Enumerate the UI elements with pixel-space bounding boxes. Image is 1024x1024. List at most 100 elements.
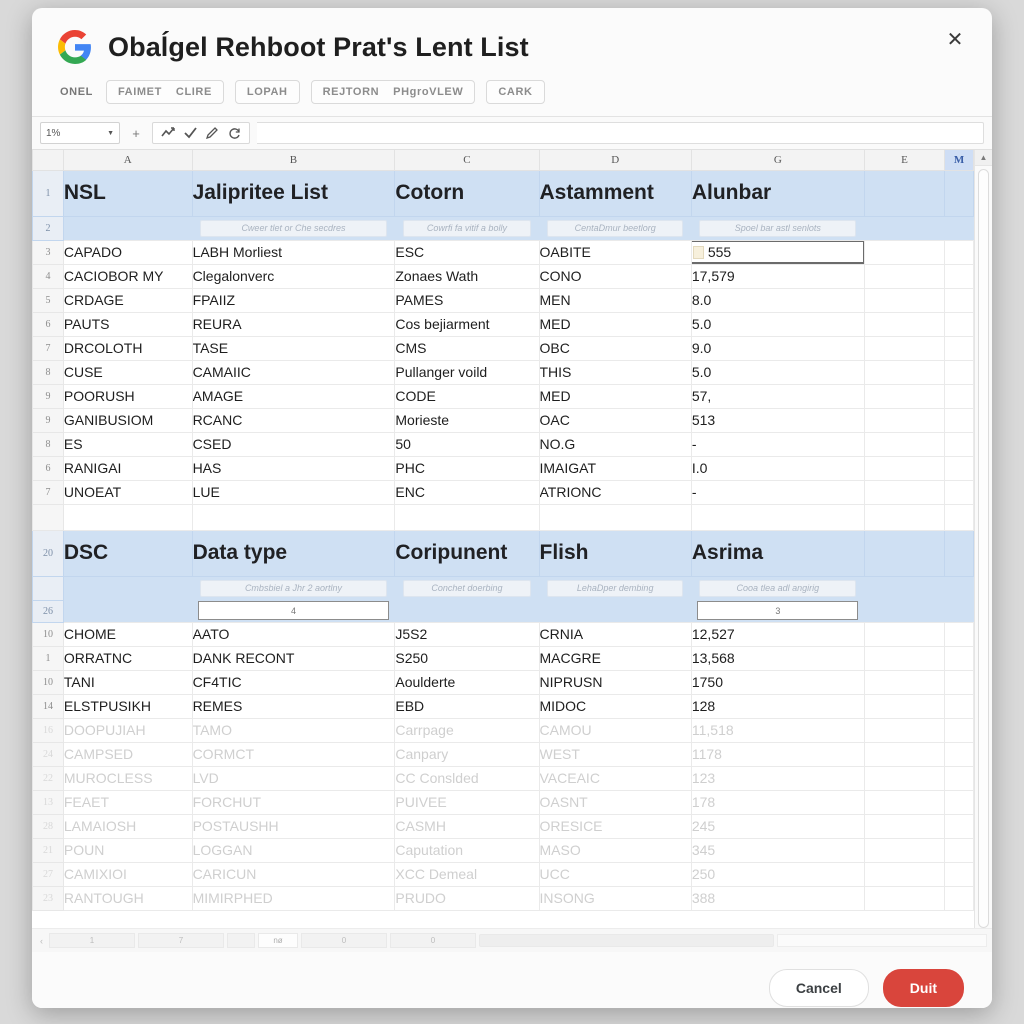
table-cell[interactable]: INSONG: [538, 885, 692, 911]
empty-cell[interactable]: [944, 621, 974, 647]
row-number[interactable]: 4: [32, 263, 64, 289]
table-cell[interactable]: ES: [62, 431, 193, 457]
row-number[interactable]: 9: [32, 407, 64, 433]
filter-input-d[interactable]: [545, 601, 685, 620]
table-row[interactable]: 8 CUSE CAMAIIC Pullanger voild THIS 5.0: [32, 359, 974, 385]
table-cell[interactable]: Canpary: [394, 741, 540, 767]
cancel-button[interactable]: Cancel: [768, 969, 869, 1007]
table-row[interactable]: 8 ES CSED 50 NO.G -: [32, 431, 974, 457]
table-cell[interactable]: ORESICE: [538, 813, 692, 839]
table-cell[interactable]: ORRATNC: [62, 645, 193, 671]
table-cell[interactable]: OBC: [538, 335, 692, 361]
row-number[interactable]: 23: [32, 885, 64, 911]
table-cell[interactable]: Caputation: [394, 837, 540, 863]
row-number[interactable]: 27: [32, 861, 64, 887]
row-number[interactable]: 8: [32, 359, 64, 385]
row-number[interactable]: 3: [32, 239, 64, 265]
row-number[interactable]: 6: [32, 311, 64, 337]
placeholder-cell-c[interactable]: Conchet doerbing: [394, 576, 539, 600]
table-cell[interactable]: RANTOUGH: [62, 885, 193, 911]
filter-input-g[interactable]: 3: [697, 601, 859, 621]
column-header-b[interactable]: B: [191, 150, 396, 171]
filter-input-b[interactable]: 4: [198, 601, 389, 621]
table-cell[interactable]: POUN: [62, 837, 193, 863]
empty-cell[interactable]: [863, 789, 946, 815]
row-number[interactable]: 22: [32, 765, 64, 791]
sheet-tab-active[interactable]: nø: [258, 933, 298, 948]
table-cell[interactable]: 245: [690, 813, 865, 839]
sheet-tab[interactable]: 0: [301, 933, 387, 948]
empty-cell[interactable]: [944, 885, 974, 911]
placeholder-cell-g[interactable]: Spoel bar astl senlots: [691, 216, 865, 240]
table-row[interactable]: 6 RANIGAI HAS PHC IMAIGAT I.0: [32, 455, 974, 481]
column-header-g[interactable]: G: [690, 150, 865, 171]
table-cell[interactable]: CF4TIC: [191, 669, 396, 695]
table-cell[interactable]: MASO: [538, 837, 692, 863]
empty-cell[interactable]: [944, 359, 974, 385]
table-cell[interactable]: RANIGAI: [62, 455, 193, 481]
sheet-tab[interactable]: 7: [138, 933, 224, 948]
table-cell[interactable]: PUIVEE: [394, 789, 540, 815]
empty-cell[interactable]: [863, 645, 946, 671]
formula-input[interactable]: [257, 122, 984, 144]
vertical-scroll-thumb[interactable]: [978, 169, 989, 928]
table-cell[interactable]: REURA: [191, 311, 396, 337]
input-cell-d[interactable]: [539, 600, 692, 622]
empty-cell[interactable]: [863, 741, 946, 767]
table-cell[interactable]: ESC: [394, 239, 540, 265]
chip-lopah[interactable]: LOPAH: [234, 80, 300, 104]
table-cell[interactable]: MUROCLESS: [62, 765, 193, 791]
table-cell[interactable]: GANIBUSIOM: [62, 407, 193, 433]
table-cell[interactable]: -: [690, 431, 865, 457]
table-cell[interactable]: Clegalonverc: [191, 263, 396, 289]
table-cell[interactable]: MED: [538, 383, 692, 409]
empty-cell[interactable]: [944, 287, 974, 313]
row-number[interactable]: 14: [32, 693, 64, 719]
table-cell[interactable]: Cos bejiarment: [394, 311, 540, 337]
table-cell[interactable]: 1178: [690, 741, 865, 767]
table-cell[interactable]: AATO: [191, 621, 396, 647]
empty-cell[interactable]: [944, 813, 974, 839]
row-number[interactable]: 9: [32, 383, 64, 409]
row-number[interactable]: 1: [32, 169, 64, 217]
empty-cell[interactable]: [863, 765, 946, 791]
empty-cell[interactable]: [944, 455, 974, 481]
table-cell[interactable]: CAMIXIOI: [62, 861, 193, 887]
input-cell-c[interactable]: [394, 600, 539, 622]
column-header-c[interactable]: C: [394, 150, 540, 171]
empty-cell[interactable]: [944, 717, 974, 743]
table-cell[interactable]: 388: [690, 885, 865, 911]
table-cell[interactable]: PAUTS: [62, 311, 193, 337]
table-cell[interactable]: I.0: [690, 455, 865, 481]
table-cell[interactable]: CC Conslded: [394, 765, 540, 791]
table-cell[interactable]: 250: [690, 861, 865, 887]
row-number[interactable]: 10: [32, 621, 64, 647]
empty-cell[interactable]: [944, 741, 974, 767]
table-cell[interactable]: Carrpage: [394, 717, 540, 743]
table-cell[interactable]: CASMH: [394, 813, 540, 839]
table-cell[interactable]: REMES: [191, 693, 396, 719]
table-cell[interactable]: LOGGAN: [191, 837, 396, 863]
table-cell[interactable]: UNOEAT: [62, 479, 193, 505]
table-cell[interactable]: 8.0: [690, 287, 865, 313]
table-cell[interactable]: CAMAIIC: [191, 359, 396, 385]
table-cell[interactable]: DOOPUJIAH: [62, 717, 193, 743]
column-header-m[interactable]: M: [944, 150, 974, 171]
table-row[interactable]: 13 FEAET FORCHUT PUIVEE OASNT 178: [32, 789, 974, 815]
table-cell[interactable]: 13,568: [690, 645, 865, 671]
table-cell[interactable]: 345: [690, 837, 865, 863]
table-cell[interactable]: 9.0: [690, 335, 865, 361]
table-cell[interactable]: CRDAGE: [62, 287, 193, 313]
table-cell[interactable]: LAMAIOSH: [62, 813, 193, 839]
placeholder-cell-b[interactable]: Cweer tlet or Che secdres: [192, 216, 395, 240]
table-cell[interactable]: CONO: [538, 263, 692, 289]
row-number[interactable]: 10: [32, 669, 64, 695]
input-cell-b[interactable]: 4: [192, 600, 395, 622]
row-number[interactable]: 1: [32, 645, 64, 671]
table-cell[interactable]: Aoulderte: [394, 669, 540, 695]
sheet-tab[interactable]: [227, 933, 255, 948]
table-cell[interactable]: CRNIA: [538, 621, 692, 647]
row-number[interactable]: 13: [32, 789, 64, 815]
table-cell[interactable]: S250: [394, 645, 540, 671]
first-sheet-icon[interactable]: ‹: [37, 936, 46, 946]
